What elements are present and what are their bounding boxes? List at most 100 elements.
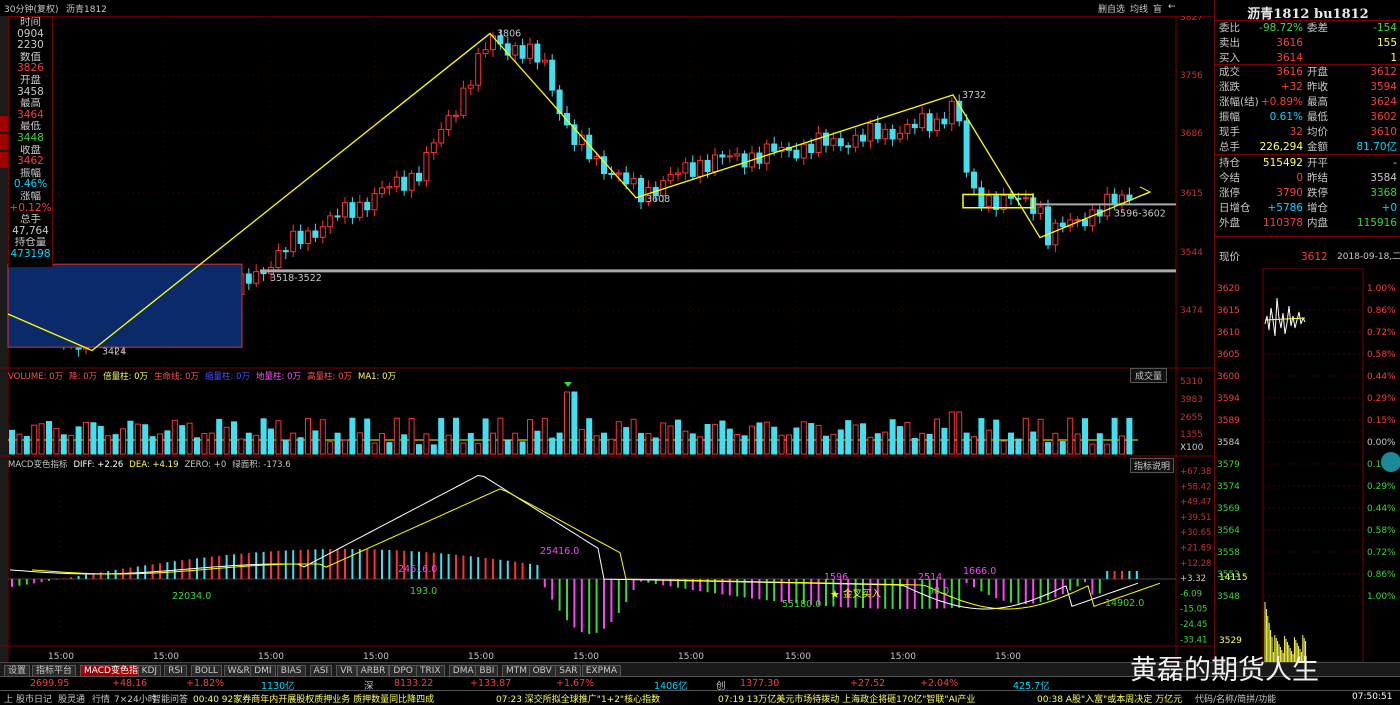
candle-body xyxy=(726,155,733,158)
volume-legend-item: 倍量柱: 0万 xyxy=(103,372,149,382)
volume-bar xyxy=(445,434,452,455)
volume-bar xyxy=(275,420,282,455)
ma-button[interactable]: 均线 xyxy=(1130,2,1148,15)
volume-bar xyxy=(1119,435,1125,455)
volume-bar xyxy=(889,419,896,455)
candle-body xyxy=(1037,206,1044,214)
price-axis-label: 3544 xyxy=(1180,248,1203,258)
volume-bar xyxy=(675,419,681,455)
mini-pct-label: 0.58% xyxy=(1367,526,1396,536)
volume-bar xyxy=(97,425,104,455)
current-price-row: 现价 3612 2018-09-18,二 xyxy=(1215,250,1400,265)
blind-button[interactable]: 盲 xyxy=(1153,2,1162,15)
volume-bar xyxy=(615,421,622,455)
volume-bar xyxy=(608,438,615,455)
volume-bar xyxy=(430,444,437,455)
quote-value: 226,294 xyxy=(1259,141,1303,153)
status-item[interactable]: 行情 xyxy=(92,692,110,705)
volume-axis-label: 5310 xyxy=(1180,377,1203,387)
candle-body xyxy=(541,59,548,63)
volume-bar xyxy=(978,418,985,455)
volume-bar xyxy=(564,391,570,455)
volume-bar xyxy=(704,423,711,455)
macd-legend-item: DEA: +4.19 xyxy=(129,460,179,470)
volume-axis-label: 1355 xyxy=(1180,430,1203,440)
volume-bar xyxy=(1037,418,1044,455)
volume-bar xyxy=(408,418,415,455)
volume-bar xyxy=(734,434,741,455)
candle-body xyxy=(941,118,948,125)
symbol-label: 沥青1812 xyxy=(66,5,107,15)
volume-bar xyxy=(194,437,200,455)
volume-bar xyxy=(401,434,408,455)
volume-bar xyxy=(23,435,30,455)
remove-favorite-button[interactable]: 删自选 xyxy=(1098,2,1125,15)
news-item[interactable]: 00:38 A股"入富"或本周决定 万亿元 xyxy=(1037,692,1182,705)
news-item[interactable]: 07:19 13万亿美元市场待拨动 上海政企将砸170亿"智联"AI产业 xyxy=(718,692,975,705)
mini-pct-label: 0.44% xyxy=(1367,504,1396,514)
quote-label: 涨停 xyxy=(1219,187,1240,199)
candle-body xyxy=(371,193,378,211)
volume-bar xyxy=(786,434,792,455)
current-price-value: 3612 xyxy=(1301,251,1328,263)
volume-bar xyxy=(327,441,334,455)
macd-legend: MACD变色指标 DIFF: +2.26 DEA: +4.19 ZERO: +0 绿面积… xyxy=(8,458,297,470)
news-item[interactable]: 00:40 92家券商年内开展股权质押业务 质押数量同比降四成 xyxy=(193,692,434,705)
macd-axis-label: +3.32 xyxy=(1180,574,1206,584)
quote-label: 增仓 xyxy=(1307,202,1328,214)
quote-label: 卖出 xyxy=(1219,37,1240,49)
mini-pct-label: 0.44% xyxy=(1367,372,1396,382)
candle-body xyxy=(1052,222,1059,246)
volume-axis-label: 2655 xyxy=(1180,413,1203,423)
volume-menu-button[interactable]: 成交量 xyxy=(1130,368,1168,383)
volume-legend-item: VOLUME: 0万 xyxy=(8,372,64,382)
time-axis-label: 15:00 xyxy=(995,652,1021,662)
quote-value: 3616 xyxy=(1276,37,1303,49)
search-box[interactable]: 代码/名称/简拼/功能 xyxy=(1195,692,1276,705)
macd-area-label: 1596 xyxy=(824,572,848,583)
candle-body xyxy=(349,202,356,218)
volume-bar xyxy=(504,440,511,455)
candle-body xyxy=(290,230,297,253)
quote-value: 3594 xyxy=(1370,81,1397,93)
status-bar: 上股市日记 股灵通 行情 7×24小时 智能问答 00:40 92家券商年内开展股权质押业… xyxy=(0,690,1400,705)
candle-body xyxy=(911,123,918,129)
mini-pct-label: 0.29% xyxy=(1367,482,1396,492)
candle-body xyxy=(719,154,726,158)
status-item[interactable]: 7×24小时 xyxy=(114,692,157,705)
mini-frame xyxy=(1262,268,1364,662)
mini-price-label: 3584 xyxy=(1217,438,1240,448)
quote-label: 开盘 xyxy=(1307,66,1328,78)
status-item[interactable]: 股灵通 xyxy=(58,692,85,705)
candle-body xyxy=(934,118,940,132)
macd-legend-item: ZERO: +0 xyxy=(184,460,227,470)
quote-row: 外盘 110378 内盘 115916 xyxy=(1215,216,1400,231)
volume-bar xyxy=(438,417,445,455)
candle-body xyxy=(445,115,452,131)
candle-body xyxy=(416,172,422,182)
quote-label: 涨幅(结) xyxy=(1219,96,1259,108)
indicator-help-button[interactable]: 指标说明 xyxy=(1130,458,1175,473)
volume-bar xyxy=(689,433,696,455)
candle-body xyxy=(741,153,748,168)
chart-title-bar: 30分钟(复权) 沥青1812 删自选 均线 盲 ← xyxy=(0,0,1214,17)
intraday-mini-chart[interactable]: 3620 1.00% 3615 0.86% 3610 0.72% 3605 0.58% 3600… xyxy=(1215,268,1400,662)
mini-pct-label: 0.72% xyxy=(1367,328,1396,338)
volume-legend-item: MA1: 0万 xyxy=(357,372,397,382)
news-item[interactable]: 07:23 深交所拟全球推广"1+2"核心指数 xyxy=(496,692,660,705)
macd-legend-item: 绿面积: -173.6 xyxy=(232,460,291,470)
status-item[interactable]: 上 xyxy=(4,692,13,705)
status-item[interactable]: 智能问答 xyxy=(152,692,188,705)
candle-body xyxy=(253,271,260,284)
status-item[interactable]: 股市日记 xyxy=(16,692,52,705)
candle-body xyxy=(475,53,482,86)
candle-body xyxy=(675,172,681,175)
quote-row: 日增仓 +5786 增仓 +0 xyxy=(1215,201,1400,216)
chart-area[interactable]: 3806 3424 3608 3732 3518-3522 3596-3602 22034… xyxy=(0,16,1214,662)
volume-bar xyxy=(571,391,578,455)
volume-bar xyxy=(231,421,237,455)
back-button[interactable]: ← xyxy=(1168,2,1176,12)
mini-pct-label: 0.00% xyxy=(1367,438,1396,448)
candle-body xyxy=(978,187,985,207)
candle-body xyxy=(948,100,955,125)
